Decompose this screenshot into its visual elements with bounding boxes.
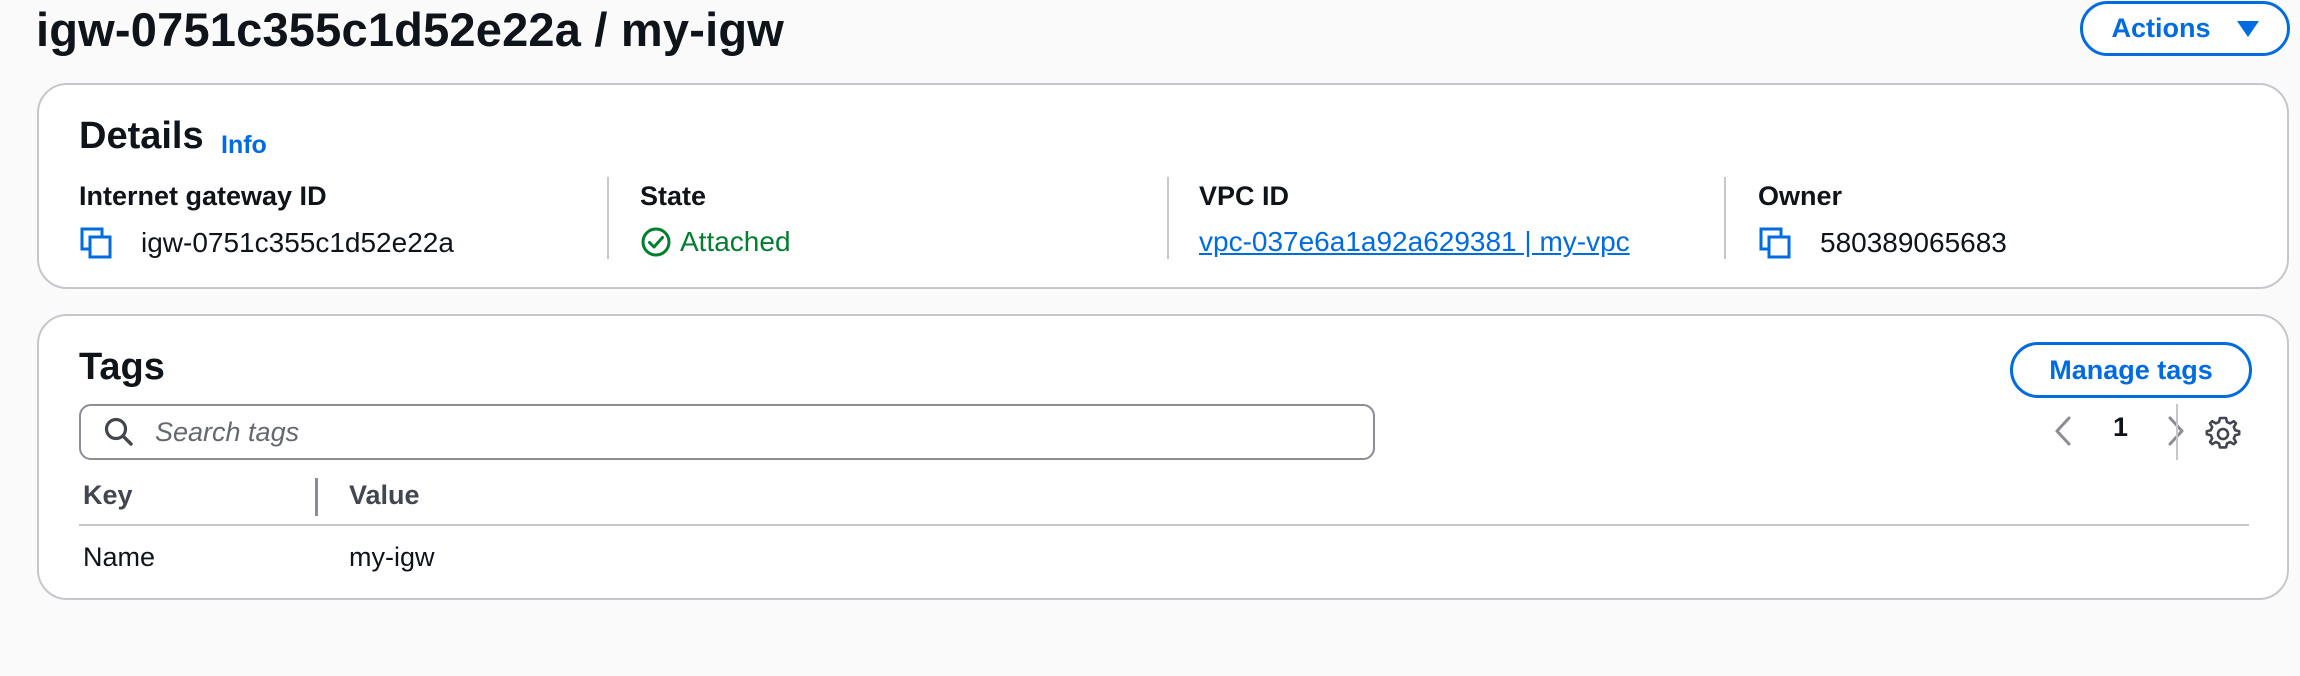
state-value: Attached <box>680 226 791 257</box>
field-label: VPC ID <box>1199 181 1290 211</box>
table-cell-value: my-igw <box>349 542 435 572</box>
actions-button-label: Actions <box>2111 13 2211 43</box>
table-header-rule <box>79 524 2249 526</box>
column-header-key[interactable]: Key <box>83 480 133 511</box>
tags-panel: Tags Manage tags 1 Key Value Name my-igw <box>37 314 2289 600</box>
vpc-id-link[interactable]: vpc-037e6a1a92a629381 | my-vpc <box>1199 226 1630 258</box>
manage-tags-button[interactable]: Manage tags <box>2010 342 2252 398</box>
details-panel: Details Info Internet gateway ID igw-075… <box>37 83 2289 289</box>
copy-icon[interactable] <box>1758 226 1792 260</box>
caret-down-icon <box>2236 20 2259 37</box>
table-cell-key: Name <box>83 542 156 572</box>
chevron-left-icon[interactable] <box>2052 414 2074 448</box>
manage-tags-label: Manage tags <box>2049 354 2213 385</box>
gear-icon[interactable] <box>2205 415 2241 451</box>
details-heading: Details <box>79 115 204 157</box>
column-header-value[interactable]: Value <box>349 480 420 511</box>
page-title: igw-0751c355c1d52e22a / my-igw <box>36 3 784 56</box>
internet-gateway-id-value: igw-0751c355c1d52e22a <box>141 227 454 258</box>
column-resize-handle[interactable] <box>315 478 318 516</box>
search-tags-input[interactable] <box>153 415 1307 449</box>
owner-value: 580389065683 <box>1820 227 2007 258</box>
owner-field: Owner 580389065683 <box>1758 181 2007 260</box>
copy-icon[interactable] <box>79 226 113 260</box>
field-label: Owner <box>1758 181 1843 211</box>
internet-gateway-id-field: Internet gateway ID igw-0751c355c1d52e22… <box>79 181 454 260</box>
field-divider <box>1724 177 1726 259</box>
field-divider <box>607 177 609 259</box>
state-field: State Attached <box>640 181 791 258</box>
page-number[interactable]: 1 <box>2113 412 2128 443</box>
field-label: State <box>640 181 707 211</box>
search-tags-box <box>79 404 1375 460</box>
pager-divider <box>2176 404 2178 460</box>
check-circle-icon <box>641 227 671 257</box>
vpc-id-field: VPC ID vpc-037e6a1a92a629381 | my-vpc <box>1199 181 1630 258</box>
field-label: Internet gateway ID <box>79 181 327 211</box>
tags-heading: Tags <box>79 346 165 388</box>
actions-button[interactable]: Actions <box>2080 1 2290 56</box>
info-link[interactable]: Info <box>221 131 267 160</box>
search-icon <box>104 417 133 446</box>
field-divider <box>1167 177 1169 259</box>
